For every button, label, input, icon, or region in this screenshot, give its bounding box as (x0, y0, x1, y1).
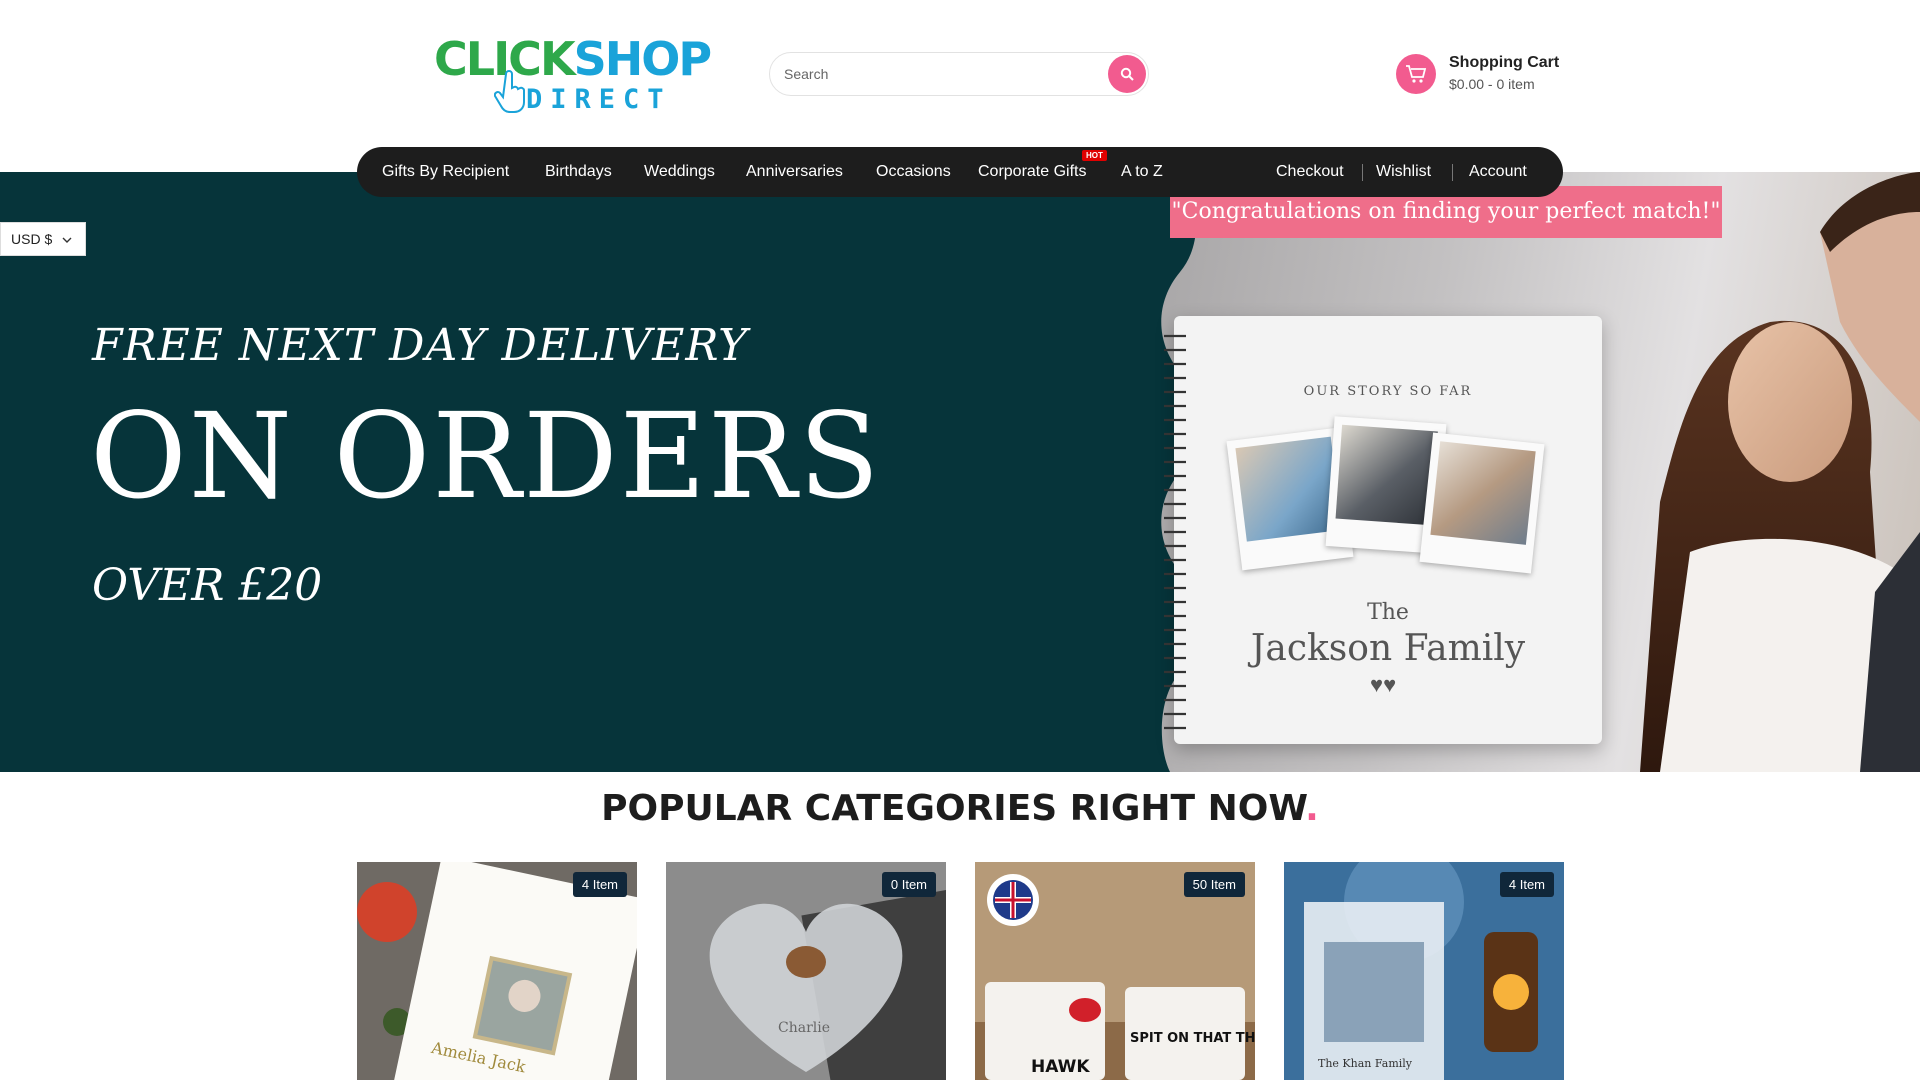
item-count-badge: 0 Item (881, 872, 936, 897)
nav-occasions[interactable]: Occasions (876, 147, 951, 197)
banner-headline-main: ON ORDERS (90, 387, 882, 525)
nav-weddings[interactable]: Weddings (644, 147, 715, 197)
svg-text:Charlie: Charlie (778, 1020, 830, 1036)
nav-wishlist[interactable]: Wishlist (1376, 147, 1431, 197)
nav-divider (1452, 164, 1453, 181)
logo-subtitle: DIRECT (526, 84, 672, 115)
chevron-down-icon (62, 237, 72, 243)
cart-title: Shopping Cart (1449, 54, 1560, 71)
search-bar (769, 52, 1149, 96)
main-navigation: Gifts By Recipient Birthdays Weddings An… (357, 147, 1563, 197)
item-count-badge: 4 Item (1499, 872, 1554, 897)
photo-notebook: OUR STORY SO FAR The Jackson Family ♥♥ (1164, 316, 1602, 744)
notebook-kicker: OUR STORY SO FAR (1303, 384, 1473, 399)
item-count-badge: 4 Item (572, 872, 627, 897)
title-dot: . (1305, 788, 1319, 829)
nav-account[interactable]: Account (1469, 147, 1527, 197)
category-card[interactable]: Charlie 0 Item (666, 862, 946, 1080)
banner-headline-bottom: OVER £20 (92, 560, 323, 611)
nav-corporate-gifts-wrap: Corporate Gifts HOT (978, 147, 1108, 197)
category-card[interactable]: Amelia Jack 4 Item (357, 862, 637, 1080)
polaroid-photo (1419, 432, 1545, 574)
wedding-couple-photo (1640, 172, 1920, 772)
nav-birthdays[interactable]: Birthdays (545, 147, 612, 197)
nav-a-to-z[interactable]: A to Z (1121, 147, 1163, 197)
search-button[interactable] (1108, 55, 1146, 93)
search-icon (1120, 67, 1134, 81)
banner-headline-top: FREE NEXT DAY DELIVERY (92, 320, 749, 371)
category-card[interactable]: HAWK SPIT ON THAT THING 50 Item (975, 862, 1255, 1080)
site-logo[interactable]: CLICKSHOP DIRECT (434, 30, 712, 120)
section-title-text: POPULAR CATEGORIES RIGHT NOW (601, 788, 1306, 829)
svg-text:The Khan Family: The Khan Family (1318, 1057, 1413, 1070)
hero-banner[interactable]: "Congratulations on finding your perfect… (0, 172, 1920, 772)
nav-gifts-by-recipient[interactable]: Gifts By Recipient (382, 147, 509, 197)
nav-anniversaries[interactable]: Anniversaries (746, 147, 843, 197)
hearts-icon: ♥♥ (1370, 672, 1397, 697)
currency-selector[interactable]: USD $ (0, 222, 86, 256)
notebook-the: The (1367, 600, 1409, 625)
nav-corporate-gifts[interactable]: Corporate Gifts (978, 147, 1086, 197)
hot-badge: HOT (1082, 150, 1107, 161)
category-card[interactable]: The Khan Family 4 Item (1284, 862, 1564, 1080)
currency-value: USD $ (11, 231, 53, 247)
pointer-hand-icon (494, 70, 525, 113)
nav-checkout[interactable]: Checkout (1276, 147, 1344, 197)
nav-divider (1362, 164, 1363, 181)
shopping-cart[interactable]: Shopping Cart $0.00 - 0 item (1396, 52, 1596, 96)
item-count-badge: 50 Item (1183, 872, 1245, 897)
svg-text:HAWK: HAWK (1031, 1057, 1090, 1077)
popular-categories-title: POPULAR CATEGORIES RIGHT NOW. (0, 788, 1920, 829)
notebook-family-name: Jackson Family (1250, 628, 1526, 669)
search-input[interactable] (784, 53, 1084, 95)
cart-icon (1396, 54, 1436, 94)
cart-summary: $0.00 - 0 item (1449, 76, 1535, 92)
logo-wordmark: CLICKSHOP (434, 32, 712, 86)
svg-text:SPIT ON THAT THING: SPIT ON THAT THING (1130, 1031, 1255, 1046)
